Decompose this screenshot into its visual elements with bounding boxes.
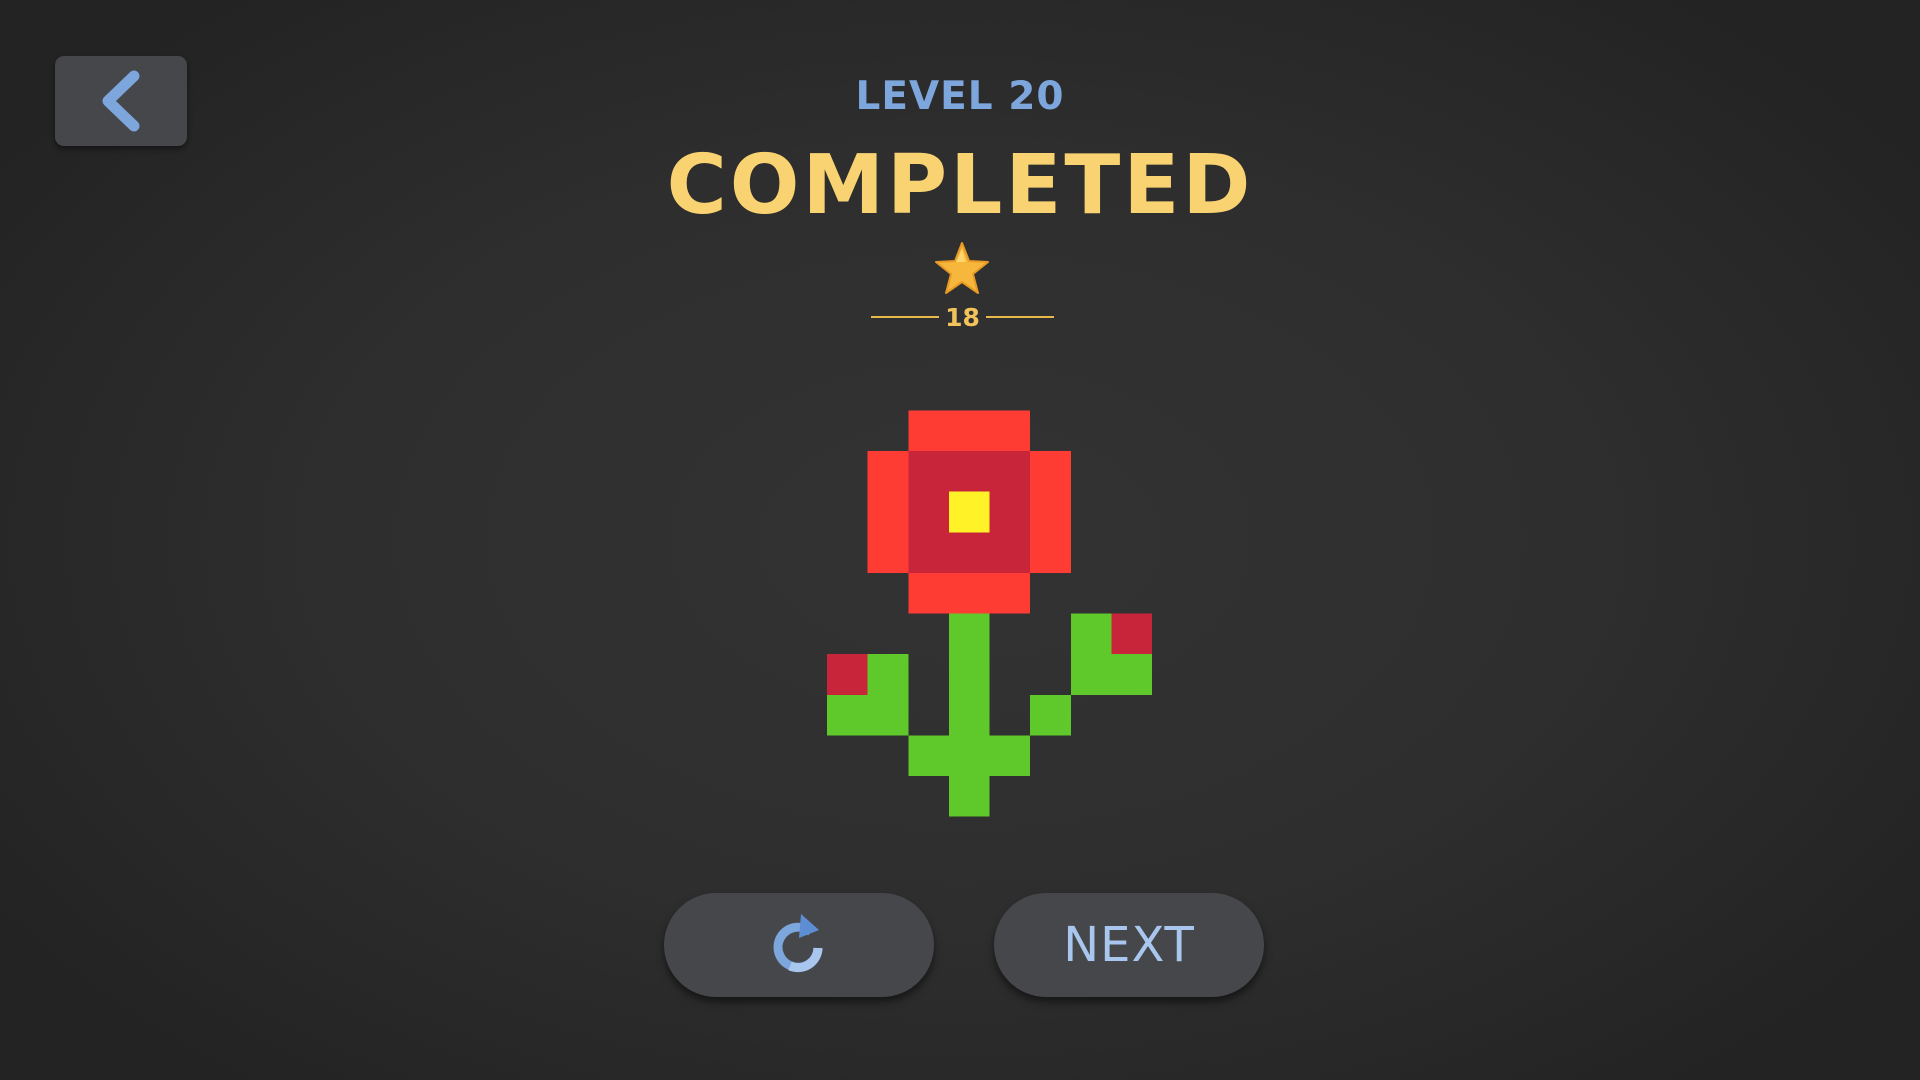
completed-title: COMPLETED	[666, 138, 1254, 233]
level-label: LEVEL 20	[855, 74, 1065, 119]
star-score: 18	[945, 303, 980, 332]
next-button-label: NEXT	[1063, 917, 1195, 973]
replay-icon	[767, 908, 831, 982]
score-divider-left	[871, 316, 939, 318]
next-button[interactable]: NEXT	[994, 893, 1264, 997]
score-divider-right	[986, 316, 1054, 318]
pixel-flower-artwork	[827, 410, 1152, 817]
star-icon	[935, 242, 989, 294]
flower-stem	[827, 613, 1152, 817]
replay-button[interactable]	[664, 893, 934, 997]
flower-center	[948, 491, 990, 533]
